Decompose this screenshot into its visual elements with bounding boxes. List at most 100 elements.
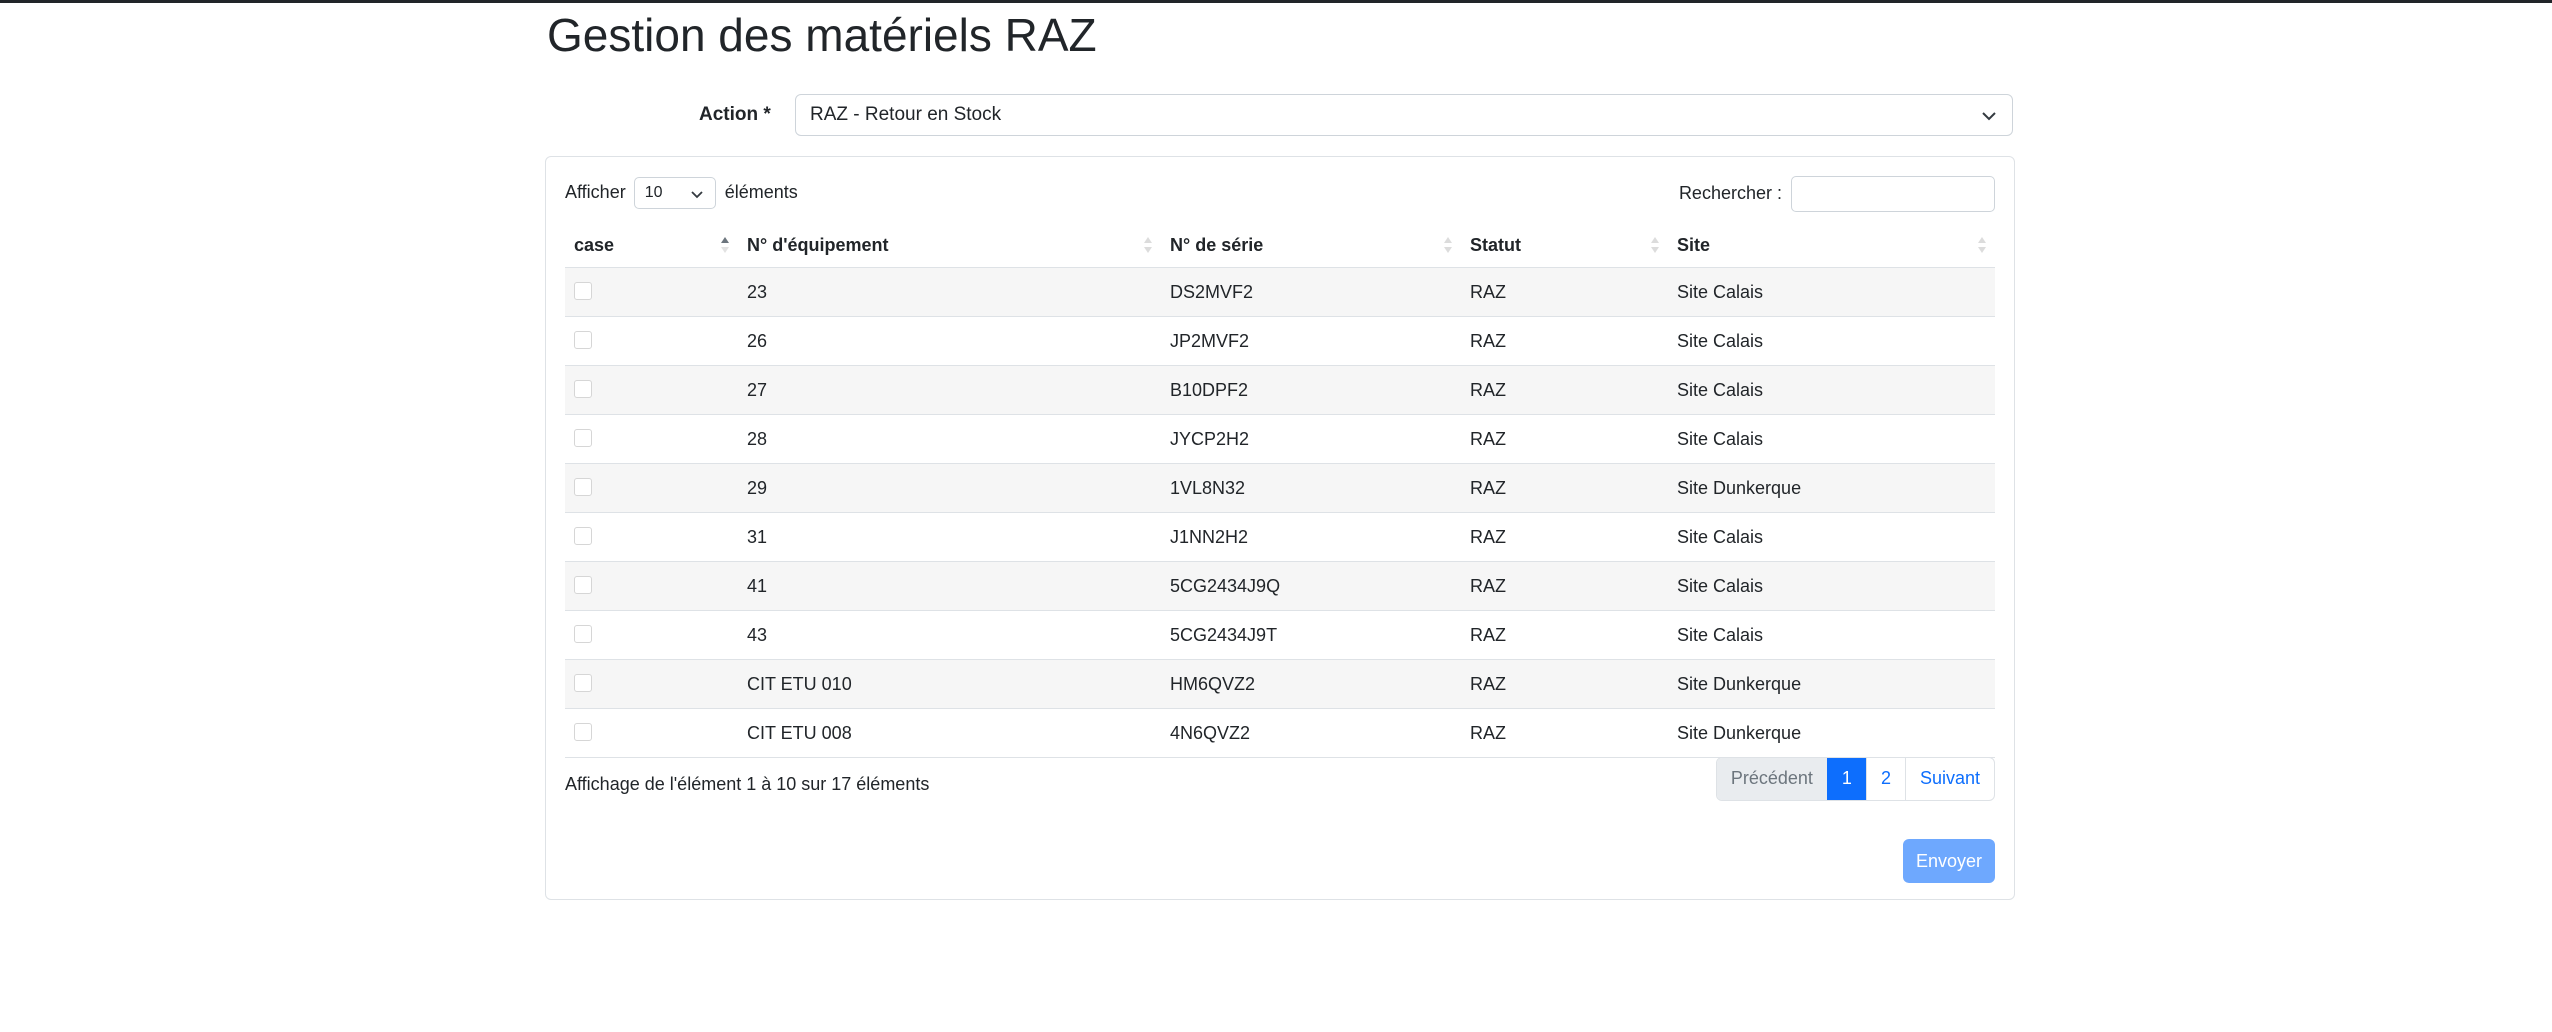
- pagination-page-1[interactable]: 1: [1826, 758, 1866, 800]
- status-cell: RAZ: [1461, 463, 1668, 513]
- equipment-cell: 29: [738, 463, 1161, 513]
- table-info: Affichage de l'élément 1 à 10 sur 17 élé…: [565, 774, 930, 794]
- equipment-card: Afficher 10 éléments Rechercher : case N…: [545, 156, 2015, 900]
- status-cell: RAZ: [1461, 267, 1668, 317]
- status-cell: RAZ: [1461, 659, 1668, 709]
- serial-cell: 5CG2434J9Q: [1161, 561, 1461, 611]
- sort-ascending-icon: [721, 237, 729, 253]
- column-header-case[interactable]: case: [565, 223, 738, 268]
- page-length-control: Afficher 10 éléments: [565, 175, 798, 210]
- table-row: 29 1VL8N32 RAZ Site Dunkerque: [565, 463, 1995, 513]
- status-cell: RAZ: [1461, 708, 1668, 758]
- site-cell: Site Dunkerque: [1668, 708, 1995, 758]
- row-checkbox[interactable]: [574, 673, 592, 692]
- action-label: Action *: [699, 104, 771, 125]
- row-checkbox-cell: [565, 414, 738, 464]
- status-cell: RAZ: [1461, 512, 1668, 562]
- row-checkbox-cell: [565, 512, 738, 562]
- site-cell: Site Calais: [1668, 561, 1995, 611]
- status-cell: RAZ: [1461, 365, 1668, 415]
- table-row: 27 B10DPF2 RAZ Site Calais: [565, 365, 1995, 415]
- row-checkbox[interactable]: [574, 526, 592, 545]
- equipment-cell: 26: [738, 316, 1161, 366]
- equipment-cell: 41: [738, 561, 1161, 611]
- serial-cell: DS2MVF2: [1161, 267, 1461, 317]
- table-row: 43 5CG2434J9T RAZ Site Calais: [565, 610, 1995, 660]
- search-input[interactable]: [1791, 176, 1995, 213]
- sort-icon: [1978, 237, 1986, 253]
- equipment-table: case N° d'équipement N° de série Statut …: [565, 223, 1995, 758]
- column-header-equipment[interactable]: N° d'équipement: [738, 223, 1161, 268]
- submit-button[interactable]: Envoyer: [1903, 839, 1995, 883]
- row-checkbox[interactable]: [574, 428, 592, 447]
- equipment-cell: CIT ETU 008: [738, 708, 1161, 758]
- serial-cell: 4N6QVZ2: [1161, 708, 1461, 758]
- site-cell: Site Calais: [1668, 267, 1995, 317]
- serial-cell: JP2MVF2: [1161, 316, 1461, 366]
- row-checkbox[interactable]: [574, 722, 592, 741]
- row-checkbox[interactable]: [574, 330, 592, 349]
- column-header-site[interactable]: Site: [1668, 223, 1995, 268]
- chevron-down-icon: [691, 178, 703, 208]
- equipment-cell: 43: [738, 610, 1161, 660]
- equipment-cell: 28: [738, 414, 1161, 464]
- pagination-previous[interactable]: Précédent: [1716, 758, 1827, 800]
- sort-icon: [1444, 237, 1452, 253]
- table-row: 41 5CG2434J9Q RAZ Site Calais: [565, 561, 1995, 611]
- row-checkbox[interactable]: [574, 379, 592, 398]
- page-length-value: 10: [644, 184, 663, 202]
- row-checkbox[interactable]: [574, 624, 592, 643]
- site-cell: Site Dunkerque: [1668, 463, 1995, 513]
- serial-cell: 5CG2434J9T: [1161, 610, 1461, 660]
- search-control: Rechercher :: [1679, 175, 1995, 213]
- equipment-cell: 27: [738, 365, 1161, 415]
- serial-cell: HM6QVZ2: [1161, 659, 1461, 709]
- pagination-page-2[interactable]: 2: [1865, 758, 1905, 800]
- row-checkbox[interactable]: [574, 575, 592, 594]
- row-checkbox-cell: [565, 659, 738, 709]
- row-checkbox-cell: [565, 561, 738, 611]
- row-checkbox-cell: [565, 463, 738, 513]
- sort-icon: [1144, 237, 1152, 253]
- action-select[interactable]: RAZ - Retour en Stock: [795, 94, 2013, 136]
- status-cell: RAZ: [1461, 561, 1668, 611]
- site-cell: Site Calais: [1668, 316, 1995, 366]
- show-suffix: éléments: [724, 182, 798, 202]
- pagination-next[interactable]: Suivant: [1904, 758, 1994, 800]
- row-checkbox[interactable]: [574, 281, 592, 300]
- equipment-cell: 31: [738, 512, 1161, 562]
- site-cell: Site Calais: [1668, 414, 1995, 464]
- top-border: [0, 0, 2552, 3]
- serial-cell: JYCP2H2: [1161, 414, 1461, 464]
- pagination: Précédent 1 2 Suivant: [1715, 757, 1995, 801]
- row-checkbox[interactable]: [574, 477, 592, 496]
- table-row: CIT ETU 010 HM6QVZ2 RAZ Site Dunkerque: [565, 659, 1995, 709]
- table-header-row: case N° d'équipement N° de série Statut …: [565, 223, 1995, 268]
- status-cell: RAZ: [1461, 414, 1668, 464]
- status-cell: RAZ: [1461, 610, 1668, 660]
- chevron-down-icon: [1982, 95, 1996, 135]
- show-prefix: Afficher: [565, 182, 626, 202]
- row-checkbox-cell: [565, 365, 738, 415]
- site-cell: Site Calais: [1668, 512, 1995, 562]
- action-row: Action * RAZ - Retour en Stock: [545, 94, 2015, 138]
- table-row: CIT ETU 008 4N6QVZ2 RAZ Site Dunkerque: [565, 708, 1995, 758]
- row-checkbox-cell: [565, 610, 738, 660]
- serial-cell: B10DPF2: [1161, 365, 1461, 415]
- site-cell: Site Calais: [1668, 610, 1995, 660]
- status-cell: RAZ: [1461, 316, 1668, 366]
- table-row: 28 JYCP2H2 RAZ Site Calais: [565, 414, 1995, 464]
- row-checkbox-cell: [565, 708, 738, 758]
- site-cell: Site Dunkerque: [1668, 659, 1995, 709]
- action-selected-value: RAZ - Retour en Stock: [810, 104, 1002, 125]
- serial-cell: J1NN2H2: [1161, 512, 1461, 562]
- column-header-status[interactable]: Statut: [1461, 223, 1668, 268]
- equipment-cell: CIT ETU 010: [738, 659, 1161, 709]
- serial-cell: 1VL8N32: [1161, 463, 1461, 513]
- row-checkbox-cell: [565, 267, 738, 317]
- column-header-serial[interactable]: N° de série: [1161, 223, 1461, 268]
- table-row: 26 JP2MVF2 RAZ Site Calais: [565, 316, 1995, 366]
- page-title: Gestion des matériels RAZ: [547, 9, 1097, 61]
- table-row: 23 DS2MVF2 RAZ Site Calais: [565, 267, 1995, 317]
- page-length-select[interactable]: 10: [633, 177, 716, 210]
